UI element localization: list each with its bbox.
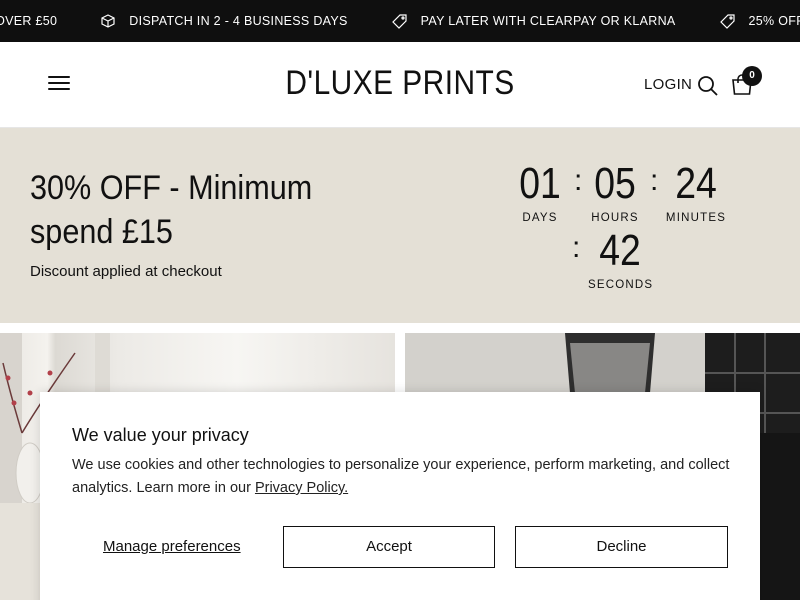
promo-banner: 30% OFF - Minimum spend £15 Discount app… [0, 128, 800, 323]
cookie-title: We value your privacy [72, 425, 249, 445]
announcement-text: NG OVER £50 [0, 14, 58, 28]
privacy-policy-link[interactable]: Privacy Policy. [255, 480, 348, 496]
countdown-separator: : [650, 164, 659, 197]
announcement-track: NG OVER £50 DISPATCH IN 2 - 4 BUSINESS D… [0, 0, 800, 42]
countdown-hours-value: 05 [594, 159, 636, 208]
countdown-separator: : [574, 164, 583, 197]
search-icon[interactable] [697, 75, 719, 97]
cookie-consent-dialog: We value your privacy We use cookies and… [40, 392, 760, 600]
countdown-hours: 05 HOURS [584, 159, 646, 225]
accept-button[interactable]: Accept [283, 526, 495, 568]
announcement-text: PAY LATER WITH CLEARPAY OR KLARNA [420, 14, 676, 28]
countdown-seconds-value: 42 [599, 226, 641, 275]
countdown-hours-label: HOURS [591, 212, 639, 224]
announcement-item: NG OVER £50 [0, 14, 57, 28]
countdown-minutes-label: MINUTES [665, 212, 727, 224]
tag-icon [391, 13, 407, 29]
announcement-bar: NG OVER £50 DISPATCH IN 2 - 4 BUSINESS D… [0, 0, 800, 42]
box-icon [101, 14, 115, 28]
announcement-item: 25% OFF MIN [719, 13, 800, 29]
cookie-body: We use cookies and other technologies to… [72, 454, 732, 500]
countdown-minutes-value: 24 [675, 159, 717, 208]
announcement-item: PAY LATER WITH CLEARPAY OR KLARNA [391, 13, 676, 29]
countdown-separator: : [572, 231, 581, 264]
promo-title: 30% OFF - Minimum spend £15 [30, 169, 313, 251]
countdown-days-value: 01 [519, 159, 561, 208]
decline-button[interactable]: Decline [515, 526, 728, 568]
tag-icon [719, 13, 735, 29]
announcement-item: DISPATCH IN 2 - 4 BUSINESS DAYS [101, 14, 347, 28]
announcement-text: 25% OFF MIN [748, 14, 800, 28]
login-link[interactable]: LOGIN [644, 76, 692, 93]
manage-preferences-link[interactable]: Manage preferences [103, 538, 241, 555]
site-header: D'LUXE PRINTS LOGIN [0, 42, 800, 128]
cart-count-badge: 0 [742, 66, 762, 86]
announcement-text: DISPATCH IN 2 - 4 BUSINESS DAYS [129, 14, 348, 28]
countdown-days-label: DAYS [522, 212, 558, 224]
countdown-seconds: 42 SECONDS [588, 226, 654, 292]
countdown-days: 01 DAYS [510, 159, 570, 225]
countdown-minutes: 24 MINUTES [664, 159, 728, 225]
countdown-seconds-label: SECONDS [588, 279, 654, 291]
promo-subtitle: Discount applied at checkout [30, 263, 222, 280]
cookie-body-text: We use cookies and other technologies to… [72, 457, 730, 496]
